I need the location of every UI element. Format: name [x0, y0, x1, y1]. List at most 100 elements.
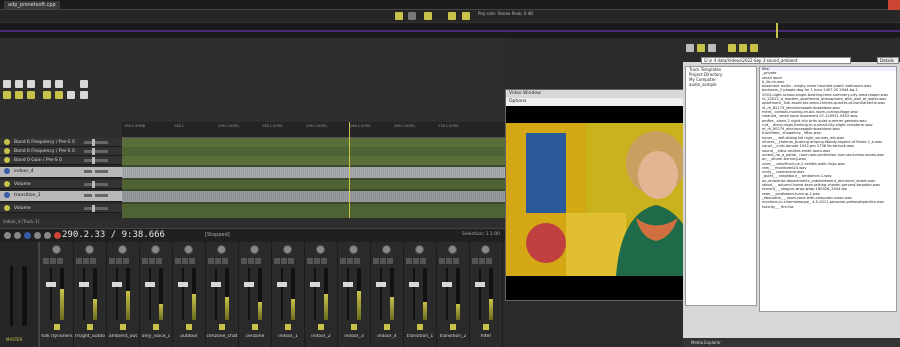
envelope-lane[interactable] — [122, 204, 505, 218]
back-icon[interactable] — [14, 232, 21, 239]
fx-button[interactable] — [285, 324, 291, 330]
fader-track[interactable] — [215, 268, 217, 320]
pan-knob[interactable] — [184, 245, 193, 254]
envelope-icon[interactable] — [4, 157, 10, 163]
fader-track[interactable] — [182, 268, 184, 320]
pan-knob[interactable] — [448, 245, 457, 254]
tool-icon-13[interactable] — [80, 91, 88, 99]
pan-knob[interactable] — [85, 245, 94, 254]
strip-buttons[interactable] — [472, 258, 500, 264]
pan-knob[interactable] — [250, 245, 259, 254]
toolbar-button-4[interactable] — [448, 12, 456, 20]
mixer-strip[interactable]: cenzone_chat — [205, 242, 239, 347]
mixer-strip[interactable]: transition_1 — [403, 242, 437, 347]
mixer-strip[interactable]: filter — [469, 242, 503, 347]
fx-button[interactable] — [54, 324, 60, 330]
fader-handle[interactable] — [277, 282, 287, 287]
tool-icon-11[interactable] — [55, 91, 63, 99]
fx-button[interactable] — [417, 324, 423, 330]
track-row[interactable]: Volume — [0, 204, 122, 213]
fx-button[interactable] — [186, 324, 192, 330]
envelope-lane[interactable] — [122, 147, 505, 156]
fx-button[interactable] — [351, 324, 357, 330]
fader-track[interactable] — [116, 268, 118, 320]
track-icon[interactable] — [4, 168, 10, 174]
pan-knob[interactable] — [52, 245, 61, 254]
pan-knob[interactable] — [151, 245, 160, 254]
fader-track[interactable] — [347, 268, 349, 320]
track-icon[interactable] — [4, 192, 10, 198]
tool-icon-9[interactable] — [27, 91, 35, 99]
fader-track[interactable] — [50, 268, 52, 320]
pause-icon[interactable] — [44, 232, 51, 239]
strip-buttons[interactable] — [241, 258, 269, 264]
fx-button[interactable] — [384, 324, 390, 330]
strip-buttons[interactable] — [43, 258, 71, 264]
tool-icon-10[interactable] — [43, 91, 51, 99]
mixer-strip[interactable]: only_voice_c — [139, 242, 173, 347]
envelope-icon[interactable] — [4, 139, 10, 145]
settings-icon[interactable] — [750, 44, 758, 52]
fader-handle[interactable] — [145, 282, 155, 287]
track-fader[interactable] — [84, 205, 108, 212]
fader-handle[interactable] — [442, 282, 452, 287]
fader-track[interactable] — [314, 268, 316, 320]
fx-button[interactable] — [87, 324, 93, 330]
tool-icon-5[interactable] — [55, 80, 63, 88]
strip-buttons[interactable] — [175, 258, 203, 264]
tool-icon-1[interactable] — [3, 80, 11, 88]
fader-handle[interactable] — [475, 282, 485, 287]
track-fader[interactable] — [84, 168, 108, 175]
fader-handle[interactable] — [79, 282, 89, 287]
track-fader[interactable] — [84, 157, 108, 164]
tool-icon-4[interactable] — [43, 80, 51, 88]
fader-track[interactable] — [281, 268, 283, 320]
envelope-lane[interactable] — [122, 156, 505, 165]
mixer-strip[interactable]: indoor_4 — [370, 242, 404, 347]
playhead[interactable] — [349, 122, 350, 218]
strip-buttons[interactable] — [274, 258, 302, 264]
toolbar-button-2[interactable] — [408, 12, 416, 20]
strip-buttons[interactable] — [76, 258, 104, 264]
fader-handle[interactable] — [112, 282, 122, 287]
fader-handle[interactable] — [409, 282, 419, 287]
fx-button[interactable] — [450, 324, 456, 330]
timeline-cursor[interactable] — [776, 23, 778, 39]
track-row[interactable]: transition_1 — [0, 191, 122, 202]
file-list[interactable]: filte _private small room b_lib-ch.wav bass… — [759, 66, 897, 312]
strip-buttons[interactable] — [340, 258, 368, 264]
envelope-lane[interactable] — [122, 180, 505, 189]
strip-buttons[interactable] — [109, 258, 137, 264]
file-item[interactable]: toxicity_ _ fire-fox — [760, 205, 896, 209]
fx-button[interactable] — [219, 324, 225, 330]
fader-track[interactable] — [380, 268, 382, 320]
track-row[interactable]: Band 6 Frequency / Pre-S 0 — [0, 147, 122, 156]
pan-knob[interactable] — [316, 245, 325, 254]
mixer-strip[interactable]: indoor_3 — [337, 242, 371, 347]
fx-button[interactable] — [120, 324, 126, 330]
fader-track[interactable] — [479, 268, 481, 320]
track-row[interactable]: indoor_4 — [0, 167, 122, 178]
master-fader[interactable] — [10, 266, 13, 326]
timeline-overview[interactable] — [0, 22, 900, 39]
mixer-strip[interactable]: indoor_2 — [304, 242, 338, 347]
folder-tree[interactable]: Track Templates Project Directory My Compu… — [685, 66, 757, 306]
stop-icon[interactable] — [34, 232, 41, 239]
fader-handle[interactable] — [310, 282, 320, 287]
pan-knob[interactable] — [283, 245, 292, 254]
fader-track[interactable] — [248, 268, 250, 320]
strip-buttons[interactable] — [439, 258, 467, 264]
fx-button[interactable] — [252, 324, 258, 330]
fader-handle[interactable] — [178, 282, 188, 287]
mixer-strip[interactable]: cenzone — [238, 242, 272, 347]
fader-handle[interactable] — [376, 282, 386, 287]
fader-handle[interactable] — [46, 282, 56, 287]
explorer-tab[interactable]: Media Explorer — [683, 338, 900, 347]
mixer-strip[interactable]: ambient_out — [106, 242, 140, 347]
toolbar-button-3[interactable] — [424, 12, 432, 20]
envelope-icon[interactable] — [4, 148, 10, 154]
track-fader[interactable] — [84, 192, 108, 199]
toolbar-button-5[interactable] — [462, 12, 470, 20]
mixer-strip[interactable]: indoor_1 — [271, 242, 305, 347]
fader-track[interactable] — [149, 268, 151, 320]
